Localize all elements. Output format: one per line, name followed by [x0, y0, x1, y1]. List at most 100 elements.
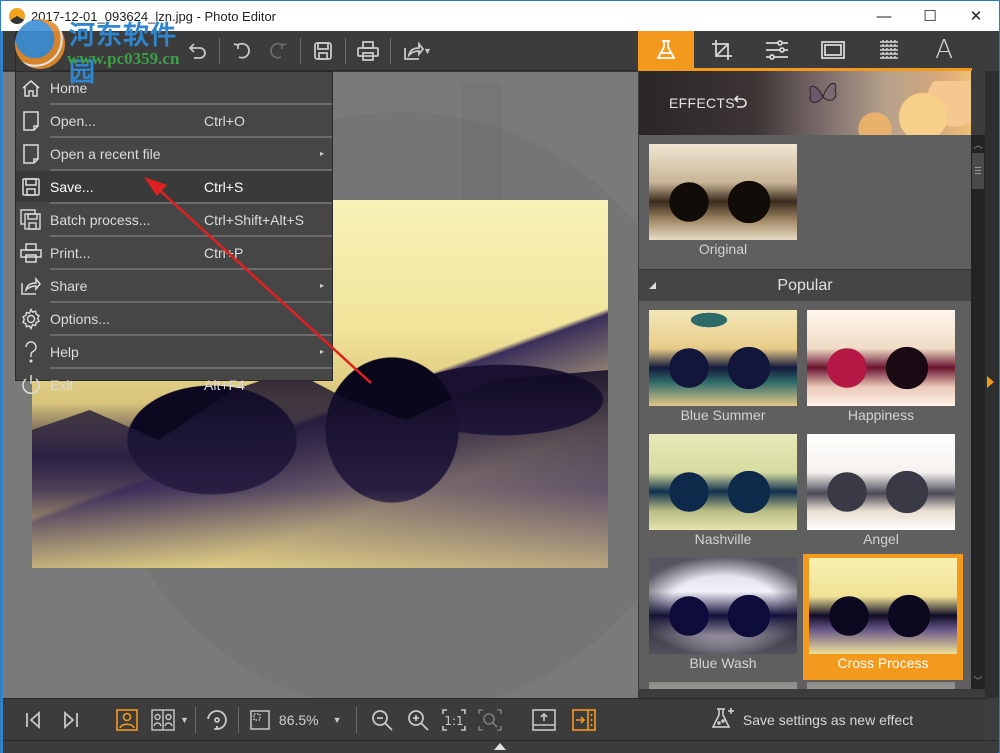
- menu-item-help[interactable]: Help ▸: [16, 336, 332, 367]
- share-dropdown-caret[interactable]: ▼: [423, 46, 432, 56]
- zoom-in-button[interactable]: [403, 699, 433, 741]
- save-as-new-effect-button[interactable]: Save settings as new effect: [638, 698, 986, 740]
- menu-item-shortcut: Ctrl+O: [204, 112, 245, 129]
- save-icon: [16, 171, 46, 202]
- effect-preview-image: [649, 144, 797, 240]
- menu-item-exit[interactable]: Exit Alt+F4: [16, 369, 332, 400]
- effect-thumb-happiness[interactable]: Happiness: [807, 310, 955, 430]
- effect-preview-image: [807, 310, 955, 406]
- menu-item-share[interactable]: Share ▸: [16, 270, 332, 301]
- zoom-dropdown-caret[interactable]: ▼: [333, 715, 342, 725]
- effect-thumb-angel[interactable]: Angel: [807, 434, 955, 554]
- rotate-button[interactable]: [202, 699, 232, 741]
- menu-item-open[interactable]: Open... Ctrl+O: [16, 105, 332, 136]
- menu-item-open-a-recent-file[interactable]: Open a recent file ▸: [16, 138, 332, 169]
- export-button[interactable]: [529, 699, 559, 741]
- effect-thumb-blue-summer[interactable]: Blue Summer: [649, 310, 797, 430]
- batch-save-icon: [16, 204, 46, 235]
- app-window: 2017-12-01_093624_lzn.jpg - Photo Editor…: [0, 0, 1000, 753]
- toolbar-separator: [219, 37, 220, 64]
- toggle-panel-button[interactable]: [569, 699, 599, 741]
- zoom-level[interactable]: 86.5%: [279, 712, 319, 728]
- tab-text[interactable]: A: [916, 31, 972, 68]
- menu-item-shortcut: Ctrl+P: [204, 244, 244, 261]
- menu-item-label: Help: [50, 343, 79, 360]
- effect-label: Blue Wash: [689, 655, 757, 671]
- text-icon: A: [935, 34, 954, 65]
- effects-banner: EFFECTS: [639, 71, 971, 135]
- next-icon: [64, 710, 78, 729]
- effect-thumb-partial[interactable]: [649, 682, 797, 689]
- scroll-up-button[interactable]: ︿: [971, 137, 985, 151]
- close-button[interactable]: ✕: [953, 1, 999, 31]
- menu-item-batch-process[interactable]: Batch process... Ctrl+Shift+Alt+S: [16, 204, 332, 235]
- tab-frame[interactable]: [805, 31, 861, 68]
- effect-preview-image: [649, 682, 797, 689]
- tab-adjust[interactable]: [749, 31, 805, 68]
- tab-crop[interactable]: [694, 31, 750, 68]
- app-menu-button[interactable]: [15, 31, 53, 71]
- file-icon: [16, 138, 46, 169]
- tab-texture[interactable]: [861, 31, 917, 68]
- effect-thumb-partial[interactable]: [807, 682, 955, 689]
- previous-icon: [26, 710, 40, 729]
- redo-button[interactable]: [260, 31, 296, 71]
- minimize-button[interactable]: —: [861, 1, 907, 31]
- maximize-icon: ☐: [923, 8, 937, 25]
- effect-thumb-cross-process[interactable]: Cross Process: [803, 554, 963, 680]
- flask-plus-icon: [711, 706, 737, 733]
- previous-image-button[interactable]: [18, 699, 48, 741]
- menu-item-options[interactable]: Options...: [16, 303, 332, 334]
- toggle-panel-icon: [571, 708, 596, 731]
- save-as-new-effect-label: Save settings as new effect: [742, 711, 914, 728]
- collapse-triangle-icon: [649, 282, 656, 289]
- effect-thumb-blue-wash[interactable]: Blue Wash: [649, 558, 797, 678]
- collapse-panel-button[interactable]: [987, 376, 994, 388]
- effect-thumb-original[interactable]: Original: [649, 144, 797, 264]
- reset-effects-button[interactable]: [731, 93, 749, 116]
- menu-item-print[interactable]: Print... Ctrl+P: [16, 237, 332, 268]
- scroll-down-button[interactable]: ﹀: [971, 673, 985, 687]
- export-icon: [531, 708, 556, 731]
- zoom-selection-button[interactable]: [475, 699, 505, 741]
- print-button[interactable]: [350, 31, 386, 71]
- undo-button[interactable]: [224, 31, 260, 71]
- menu-item-label: Share: [50, 277, 88, 294]
- tab-effects[interactable]: [638, 31, 694, 68]
- zoom-selection-icon: [477, 708, 502, 731]
- compare-view-icon: [151, 708, 175, 731]
- compare-dropdown-caret[interactable]: ▼: [180, 715, 189, 725]
- effect-thumb-nashville[interactable]: Nashville: [649, 434, 797, 554]
- effect-preview-image: [809, 558, 957, 654]
- actual-size-button[interactable]: 1:1: [439, 699, 469, 741]
- share-icon: [16, 270, 46, 301]
- redo-icon: [270, 42, 287, 59]
- crop-icon: [711, 39, 732, 60]
- next-image-button[interactable]: [56, 699, 86, 741]
- menu-item-label: Options...: [50, 310, 110, 327]
- scrollbar-thumb[interactable]: [972, 153, 984, 189]
- effects-list: Original Popular Blue Summer Happiness Nas…: [639, 135, 971, 689]
- menu-item-home[interactable]: Home: [16, 72, 332, 103]
- save-button[interactable]: [305, 31, 341, 71]
- effect-preview-image: [649, 558, 797, 654]
- section-header-popular[interactable]: Popular: [639, 269, 971, 301]
- chevron-up-icon: ︿: [973, 139, 983, 150]
- compare-view-button[interactable]: [148, 699, 178, 741]
- effect-preview-image: [807, 682, 955, 689]
- menu-item-shortcut: Ctrl+Shift+Alt+S: [204, 211, 304, 228]
- effect-label: Happiness: [847, 407, 915, 423]
- fit-to-screen-button[interactable]: [245, 699, 275, 741]
- menu-item-save[interactable]: Save... Ctrl+S: [16, 171, 332, 202]
- expand-filmstrip-button[interactable]: [494, 743, 506, 750]
- back-button[interactable]: [179, 31, 215, 71]
- single-view-button[interactable]: [112, 699, 142, 741]
- effects-scrollbar[interactable]: ︿ ﹀: [971, 135, 985, 689]
- window-controls: — ☐ ✕: [861, 1, 999, 31]
- file-menu: Home Open... Ctrl+O Open a recent file ▸ Save…: [15, 71, 333, 394]
- maximize-button[interactable]: ☐: [907, 1, 953, 31]
- menu-item-label: Open...: [50, 112, 96, 129]
- help-icon: [16, 336, 46, 367]
- zoom-out-button[interactable]: [367, 699, 397, 741]
- effect-preview-image: [649, 434, 797, 530]
